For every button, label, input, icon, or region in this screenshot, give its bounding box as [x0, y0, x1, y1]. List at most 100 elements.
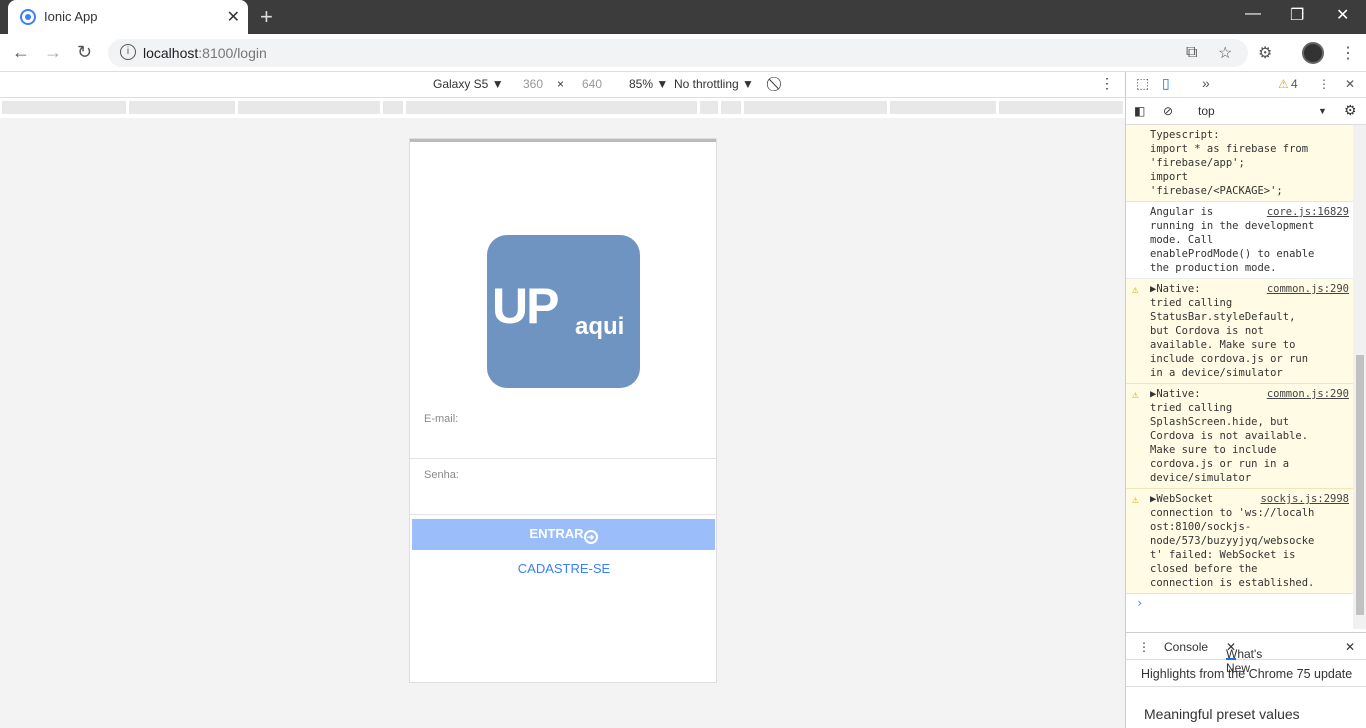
ruler-segment[interactable]: [406, 101, 697, 114]
divider: [1126, 686, 1366, 687]
ruler-segment[interactable]: [999, 101, 1123, 114]
warning-icon: ⚠: [1132, 388, 1139, 401]
console-source-link[interactable]: sockjs.js:2998: [1260, 492, 1349, 506]
gear-icon[interactable]: ⚙: [1344, 102, 1357, 119]
ruler-segment[interactable]: [383, 101, 403, 114]
logo-sub-text: aqui: [575, 313, 625, 340]
email-label: E-mail:: [424, 413, 459, 425]
divider: [410, 514, 716, 515]
browser-tab[interactable]: Ionic App ✕: [8, 0, 248, 34]
sidebar-toggle-icon[interactable]: ◧: [1134, 104, 1145, 118]
context-select[interactable]: top: [1198, 104, 1215, 118]
url-text[interactable]: localhost:8100/login: [143, 45, 267, 61]
title-bar: Ionic App ✕ + — ❐ ✕: [0, 0, 1366, 34]
site-info-icon[interactable]: i: [120, 44, 136, 60]
ruler-segment[interactable]: [744, 101, 887, 114]
app-logo: UP aqui: [487, 235, 640, 388]
console-message[interactable]: Angular is running in the development mo…: [1126, 202, 1353, 279]
tab-title: Ionic App: [44, 9, 98, 24]
drawer-tabs: ⋮ Console What's New ✕ ✕: [1126, 632, 1366, 675]
register-link[interactable]: CADASTRE-SE: [410, 561, 716, 576]
device-menu-icon[interactable]: ⋮: [1100, 75, 1114, 92]
zoom-select[interactable]: 85% ▼: [629, 77, 668, 91]
back-icon[interactable]: ←: [12, 42, 30, 63]
tab-whats-new[interactable]: What's New ✕: [1226, 640, 1262, 675]
console-scrollbar[interactable]: [1353, 125, 1366, 629]
devtools-panel: ⬚ ▯ » ⚠ 4 ⋮ ✕ ◧ ⊘ top ▼ ⚙ Typescript: im…: [1125, 72, 1366, 728]
profile-avatar[interactable]: [1302, 42, 1324, 64]
console-message[interactable]: ⚠ ▶Native: tried calling StatusBar.styleD…: [1126, 279, 1353, 384]
minimize-icon[interactable]: —: [1245, 5, 1261, 23]
address-bar[interactable]: i localhost:8100/login ⧉ ☆: [108, 39, 1248, 67]
login-button[interactable]: ENTRAR ➜: [412, 519, 715, 550]
console-message-text: ▶WebSocket connection to 'ws://localh os…: [1150, 493, 1315, 589]
drawer-menu-icon[interactable]: ⋮: [1138, 640, 1150, 654]
translate-icon[interactable]: ⧉: [1186, 44, 1197, 62]
console-message-text: ▶Native: tried calling SplashScreen.hide…: [1150, 388, 1309, 484]
password-label: Senha:: [424, 469, 459, 481]
warning-icon: ⚠: [1132, 493, 1139, 506]
console-source-link[interactable]: common.js:290: [1267, 282, 1349, 296]
logo-main-text: UP: [492, 278, 559, 334]
console-output: Typescript: import * as firebase from 'f…: [1126, 125, 1353, 629]
device-mode-icon[interactable]: ▯: [1162, 75, 1170, 92]
devtools-menu-icon[interactable]: ⋮: [1318, 77, 1330, 91]
whats-new-item[interactable]: Meaningful preset values: [1144, 706, 1300, 722]
warning-icon: ⚠: [1132, 283, 1139, 296]
new-tab-button[interactable]: +: [260, 4, 273, 30]
console-prompt[interactable]: ›: [1126, 594, 1353, 612]
extension-icon[interactable]: ⚙: [1258, 43, 1272, 63]
emulated-viewport: UP aqui E-mail: Senha: ENTRAR ➜ CADASTRE-…: [0, 118, 1125, 728]
close-drawer-icon[interactable]: ✕: [1345, 640, 1355, 654]
email-field[interactable]: [424, 431, 714, 451]
ruler-segment[interactable]: [721, 101, 741, 114]
whats-new-headline: Highlights from the Chrome 75 update: [1141, 667, 1353, 681]
password-field[interactable]: [424, 487, 714, 507]
console-message-text: ▶Native: tried calling StatusBar.styleDe…: [1150, 283, 1309, 379]
console-filter-bar: ◧ ⊘ top ▼ ⚙: [1126, 98, 1366, 125]
ruler-segment[interactable]: [700, 101, 718, 114]
ruler-segment[interactable]: [890, 101, 996, 114]
whats-new-panel: Highlights from the Chrome 75 update Mea…: [1126, 660, 1366, 728]
device-toolbar: Galaxy S5 ▼ 360 × 640 85% ▼ No throttlin…: [0, 72, 1125, 98]
close-tab-icon[interactable]: ✕: [227, 7, 240, 27]
device-screen: UP aqui E-mail: Senha: ENTRAR ➜ CADASTRE-…: [409, 138, 717, 683]
tab-console[interactable]: Console: [1164, 640, 1208, 654]
bookmark-star-icon[interactable]: ☆: [1218, 43, 1232, 63]
ionic-favicon-icon: [20, 9, 36, 25]
console-message[interactable]: Typescript: import * as firebase from 'f…: [1126, 125, 1353, 202]
console-message-text: Typescript: import * as firebase from 'f…: [1150, 129, 1309, 197]
media-query-ruler: [0, 98, 1125, 118]
clear-console-icon[interactable]: ⊘: [1163, 104, 1173, 118]
chevron-down-icon[interactable]: ▼: [1318, 106, 1327, 116]
times-icon: ×: [557, 77, 565, 91]
ruler-segment[interactable]: [129, 101, 235, 114]
more-tabs-icon[interactable]: »: [1202, 75, 1210, 91]
console-source-link[interactable]: common.js:290: [1267, 387, 1349, 401]
reload-icon[interactable]: ↻: [77, 42, 92, 63]
warning-icon: ⚠: [1278, 77, 1289, 91]
device-width[interactable]: 360: [523, 77, 543, 91]
device-height[interactable]: 640: [582, 77, 602, 91]
ruler-segment[interactable]: [2, 101, 126, 114]
browser-toolbar: ← → ↻ i localhost:8100/login ⧉ ☆ ⚙ ⋮: [0, 34, 1366, 72]
close-devtools-icon[interactable]: ✕: [1345, 77, 1355, 91]
login-button-label: ENTRAR: [529, 525, 584, 541]
divider: [410, 458, 716, 459]
console-source-link[interactable]: core.js:16829: [1267, 205, 1349, 219]
console-message[interactable]: ⚠ ▶Native: tried calling SplashScreen.hid…: [1126, 384, 1353, 489]
console-message[interactable]: ⚠ ▶WebSocket connection to 'ws://localh o…: [1126, 489, 1353, 594]
throttling-select[interactable]: No throttling ▼: [674, 77, 754, 91]
device-select[interactable]: Galaxy S5 ▼: [433, 77, 504, 91]
inspect-icon[interactable]: ⬚: [1136, 75, 1149, 92]
devtools-toolbar: ⬚ ▯ » ⚠ 4 ⋮ ✕: [1126, 72, 1366, 98]
close-window-icon[interactable]: ✕: [1336, 5, 1349, 25]
warning-count[interactable]: 4: [1291, 77, 1298, 91]
arrow-circle-icon: ➜: [583, 529, 598, 544]
scroll-thumb[interactable]: [1356, 355, 1364, 615]
status-bar: [410, 139, 716, 142]
forward-icon[interactable]: →: [44, 42, 62, 63]
restore-icon[interactable]: ❐: [1290, 5, 1304, 25]
ruler-segment[interactable]: [238, 101, 380, 114]
menu-icon[interactable]: ⋮: [1340, 43, 1356, 63]
